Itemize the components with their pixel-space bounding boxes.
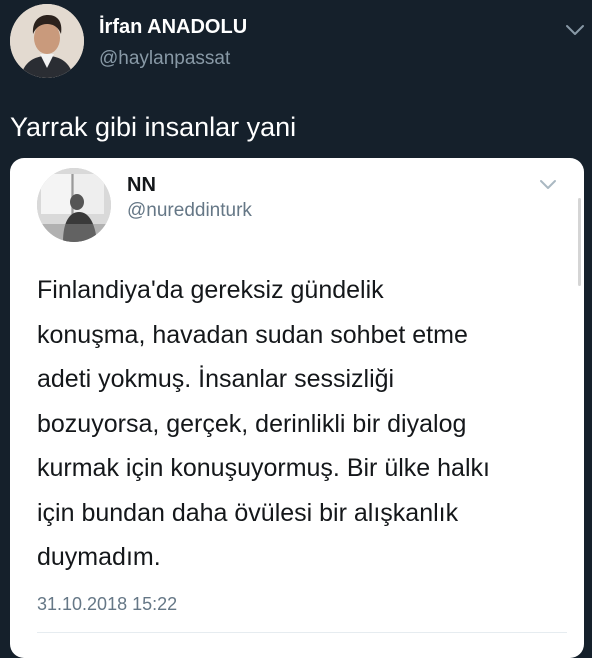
tweet-text: Yarrak gibi insanlar yani	[10, 112, 297, 142]
chevron-down-icon[interactable]	[564, 22, 586, 38]
tweet-header: İrfan ANADOLU @haylanpassat	[10, 4, 586, 80]
author-avatar[interactable]	[10, 4, 84, 78]
quoted-text-line: adeti yokmuş. İnsanlar sessizliği	[37, 365, 395, 393]
scrollbar[interactable]	[578, 198, 581, 286]
quoted-text-line: için bundan daha övülesi bir alışkanlık	[37, 498, 459, 527]
quoted-tweet-card[interactable]: NN @nureddinturk Finlandiya'da gereksiz …	[10, 158, 584, 658]
quoted-text-line: Finlandiya'da gereksiz gündelik	[37, 276, 384, 304]
quoted-text-line: bozuyorsa, gerçek, derinlikli bir diyalo…	[37, 409, 467, 438]
tweet-screen: { "tweet": { "author_name": "İrfan ANADO…	[0, 0, 592, 658]
author-name[interactable]: İrfan ANADOLU	[99, 16, 247, 39]
quoted-tweet-text: Finlandiya'da gereksiz gündelik konuşma,…	[37, 268, 567, 580]
quoted-text-line: kurmak için konuşuyormuş. Bir ülke halkı	[37, 454, 490, 482]
quoted-text-line: konuşma, havadan sudan sohbet etme	[37, 320, 468, 349]
quoted-tweet-timestamp[interactable]: 31.10.2018 15:22	[37, 594, 177, 615]
quoted-avatar-image	[37, 168, 111, 242]
quoted-author-name[interactable]: NN	[127, 174, 156, 197]
quoted-author-handle[interactable]: @nureddinturk	[127, 200, 252, 222]
author-handle[interactable]: @haylanpassat	[99, 48, 230, 70]
quoted-author-avatar[interactable]	[37, 168, 111, 242]
chevron-down-icon[interactable]	[539, 178, 557, 191]
divider	[37, 632, 567, 633]
author-avatar-image	[10, 4, 84, 78]
quoted-text-line: duymadım.	[37, 543, 161, 571]
